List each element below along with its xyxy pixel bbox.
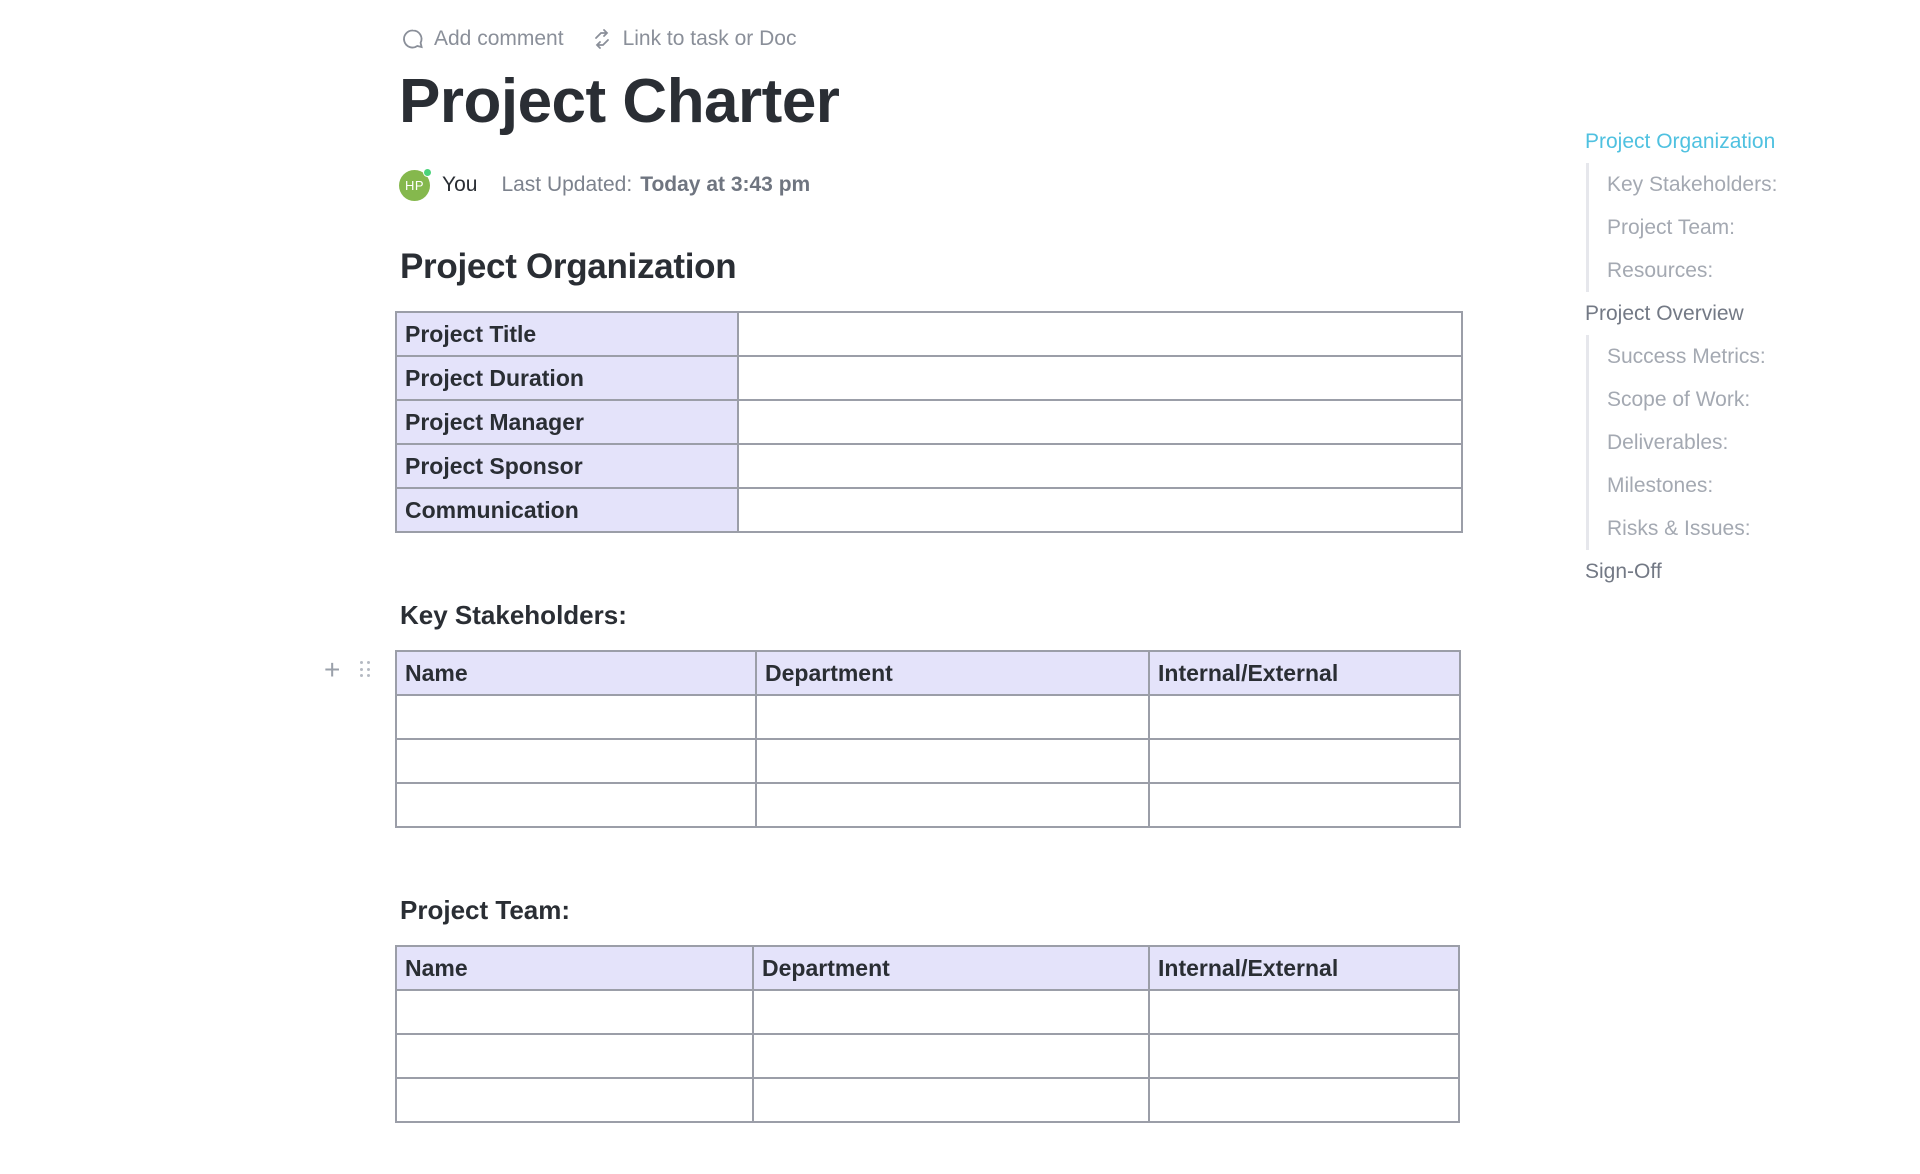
row-label: Project Title — [395, 311, 739, 357]
row-value-cell[interactable] — [737, 355, 1463, 401]
stakeholders-table: Name Department Internal/External — [395, 650, 1461, 828]
row-value-cell[interactable] — [737, 487, 1463, 533]
table-cell[interactable] — [395, 782, 757, 828]
toc-subitem[interactable]: Resources: — [1589, 249, 1905, 292]
presence-indicator — [423, 167, 432, 177]
add-comment-button[interactable]: Add comment — [401, 27, 564, 51]
toc-subgroup: Key Stakeholders: Project Team: Resources: — [1586, 163, 1905, 292]
column-header[interactable]: Internal/External — [1148, 945, 1460, 991]
plus-icon[interactable]: + — [324, 656, 340, 684]
table-cell[interactable] — [755, 738, 1150, 784]
add-comment-label: Add comment — [434, 27, 564, 50]
organization-table: Project Title Project Duration Project Man… — [395, 311, 1463, 533]
team-table: Name Department Internal/External — [395, 945, 1460, 1123]
section-heading-team: Project Team: — [400, 895, 571, 925]
table-cell[interactable] — [755, 782, 1150, 828]
table-cell[interactable] — [752, 1033, 1150, 1079]
table-row: Project Duration — [395, 355, 1463, 401]
column-header[interactable]: Name — [395, 650, 757, 696]
column-header[interactable]: Department — [752, 945, 1150, 991]
row-label: Project Manager — [395, 399, 739, 445]
last-updated-value: Today at 3:43 pm — [640, 173, 811, 196]
table-cell[interactable] — [1148, 989, 1460, 1035]
comment-icon — [403, 29, 423, 49]
table-cell[interactable] — [395, 738, 757, 784]
avatar[interactable]: HP — [399, 167, 432, 201]
section-heading-organization: Project Organization — [400, 247, 737, 286]
table-row — [395, 782, 1461, 828]
block-tools: + — [324, 656, 372, 684]
table-cell[interactable] — [1148, 1077, 1460, 1123]
table-row — [395, 1077, 1460, 1123]
table-row: Communication — [395, 487, 1463, 533]
table-row — [395, 1033, 1460, 1079]
table-cell[interactable] — [1148, 782, 1461, 828]
table-cell[interactable] — [395, 694, 757, 740]
column-header[interactable]: Name — [395, 945, 754, 991]
section-heading-stakeholders: Key Stakeholders: — [400, 600, 627, 630]
drag-handle-icon[interactable] — [360, 661, 372, 679]
page-title[interactable]: Project Charter — [399, 66, 840, 137]
link-arrows-icon — [594, 29, 609, 49]
toc-item[interactable]: Project Overview — [1585, 292, 1905, 335]
avatar-initials: HP — [404, 177, 425, 193]
author-name: You — [442, 173, 478, 196]
toc-subitem[interactable]: Project Team: — [1589, 206, 1905, 249]
toc-subitem[interactable]: Key Stakeholders: — [1589, 163, 1905, 206]
table-row — [395, 694, 1461, 740]
toc-subitem[interactable]: Scope of Work: — [1589, 378, 1905, 421]
table-of-contents: Project Organization Key Stakeholders: Pro… — [1585, 120, 1905, 593]
row-label: Project Sponsor — [395, 443, 739, 489]
toc-item[interactable]: Project Organization — [1585, 120, 1905, 163]
table-cell[interactable] — [395, 1033, 754, 1079]
row-label: Project Duration — [395, 355, 739, 401]
last-updated-label: Last Updated: — [501, 173, 633, 196]
link-task-button[interactable]: Link to task or Doc — [590, 27, 797, 51]
row-value-cell[interactable] — [737, 443, 1463, 489]
table-row: Project Title — [395, 311, 1463, 357]
table-cell[interactable] — [395, 1077, 754, 1123]
table-cell[interactable] — [755, 694, 1150, 740]
doc-toolbar: Add comment Link to task or Doc — [401, 24, 796, 54]
toc-subitem[interactable]: Milestones: — [1589, 464, 1905, 507]
toc-subitem[interactable]: Risks & Issues: — [1589, 507, 1905, 550]
toc-item[interactable]: Sign-Off — [1585, 550, 1905, 593]
link-task-label: Link to task or Doc — [622, 27, 797, 50]
table-cell[interactable] — [752, 989, 1150, 1035]
row-label: Communication — [395, 487, 739, 533]
doc-meta: HP You Last Updated: Today at 3:43 pm — [399, 167, 811, 201]
toc-subgroup: Success Metrics: Scope of Work: Deliverabl… — [1586, 335, 1905, 550]
table-row: Project Sponsor — [395, 443, 1463, 489]
table-cell[interactable] — [1148, 738, 1461, 784]
column-header[interactable]: Department — [755, 650, 1150, 696]
table-cell[interactable] — [752, 1077, 1150, 1123]
row-value-cell[interactable] — [737, 399, 1463, 445]
table-row — [395, 738, 1461, 784]
toc-subitem[interactable]: Success Metrics: — [1589, 335, 1905, 378]
table-row: Project Manager — [395, 399, 1463, 445]
table-header-row: Name Department Internal/External — [395, 650, 1461, 696]
table-cell[interactable] — [395, 989, 754, 1035]
row-value-cell[interactable] — [737, 311, 1463, 357]
table-header-row: Name Department Internal/External — [395, 945, 1460, 991]
table-row — [395, 989, 1460, 1035]
toc-subitem[interactable]: Deliverables: — [1589, 421, 1905, 464]
column-header[interactable]: Internal/External — [1148, 650, 1461, 696]
table-cell[interactable] — [1148, 1033, 1460, 1079]
table-cell[interactable] — [1148, 694, 1461, 740]
